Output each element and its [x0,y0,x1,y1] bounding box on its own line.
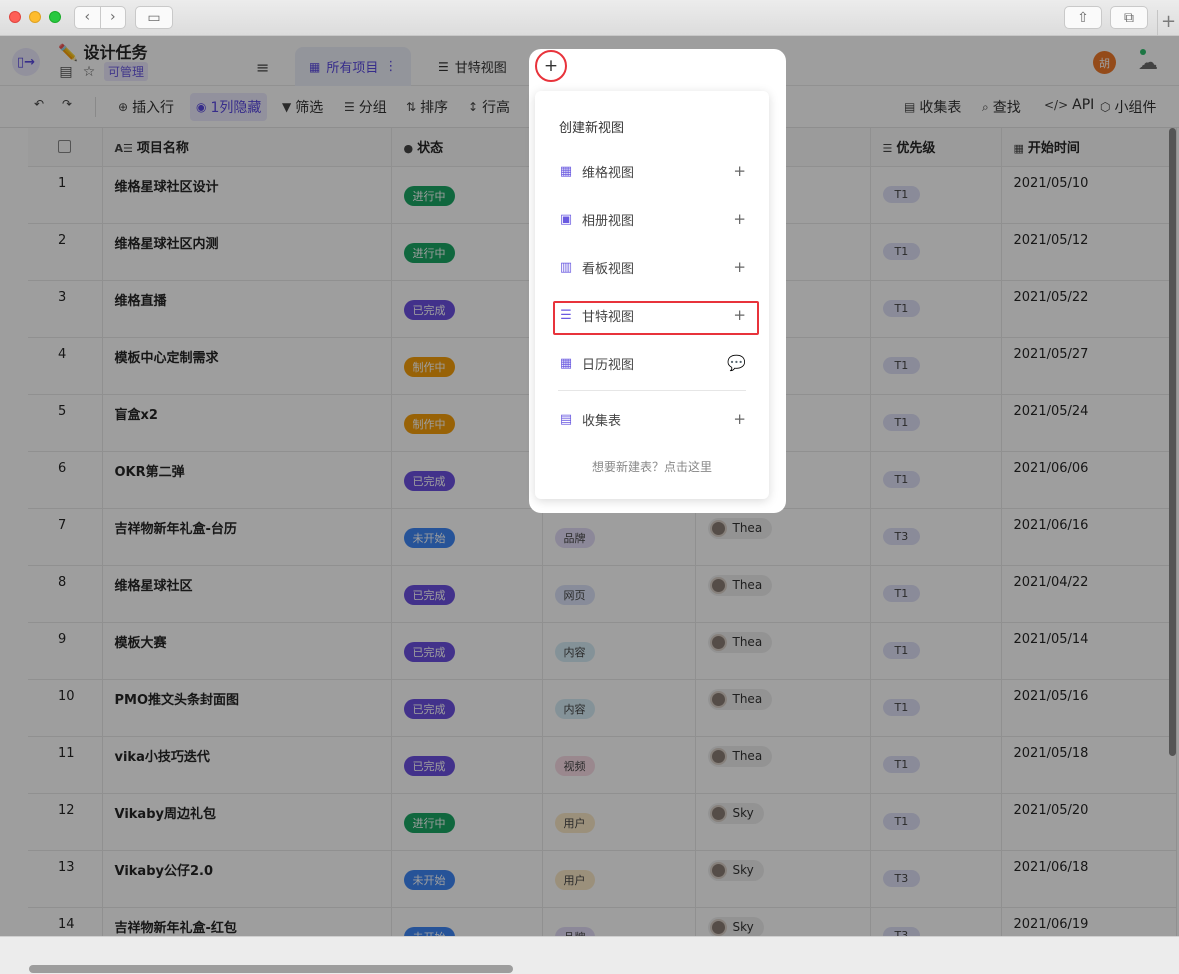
kanban-view-icon: ▥ [559,259,573,275]
menu-item-calendar-view[interactable]: ▦ 日历视图 💬 [558,351,746,375]
popup-title: 创建新视图 [559,121,625,136]
highlight-box-gantt [553,301,759,335]
close-window-button[interactable] [9,11,21,23]
plus-icon: + [733,210,746,228]
tab-overview-icon[interactable]: ⧉ [1110,6,1148,29]
menu-item-gallery-view[interactable]: ▣ 相册视图 + [558,207,746,231]
gallery-view-icon: ▣ [559,211,573,227]
back-arrow-icon[interactable]: ‹ [75,7,100,28]
share-icon[interactable]: ⇧ [1064,6,1102,29]
history-nav: ‹ › [74,6,126,29]
plus-icon: + [733,162,746,180]
forward-arrow-icon[interactable]: › [99,7,126,28]
create-view-popup: 创建新视图 ▦ 维格视图 + ▣ 相册视图 + ▥ 看板视图 + ☰ 甘特视图 … [535,91,769,499]
form-icon: ▤ [559,411,573,427]
menu-item-kanban-view[interactable]: ▥ 看板视图 + [558,255,746,279]
menu-divider [558,390,746,391]
plus-icon: + [733,258,746,276]
chat-bubble-icon: 💬 [727,354,746,372]
add-view-button[interactable]: + [535,50,567,82]
horizontal-scrollbar[interactable] [29,965,513,973]
calendar-view-icon: ▦ [559,355,573,371]
menu-item-grid-view[interactable]: ▦ 维格视图 + [558,159,746,183]
zoom-window-button[interactable] [49,11,61,23]
new-table-link[interactable]: 想要新建表？点击这里 [535,458,769,475]
browser-chrome: ‹ › ▭ ⇧ ⧉ + [0,0,1179,36]
sidebar-toggle-icon[interactable]: ▭ [135,6,173,29]
plus-icon: + [543,56,559,76]
minimize-window-button[interactable] [29,11,41,23]
plus-icon: + [733,410,746,428]
menu-item-form[interactable]: ▤ 收集表 + [558,407,746,431]
grid-view-icon: ▦ [559,163,573,179]
new-tab-icon[interactable]: + [1157,10,1179,36]
